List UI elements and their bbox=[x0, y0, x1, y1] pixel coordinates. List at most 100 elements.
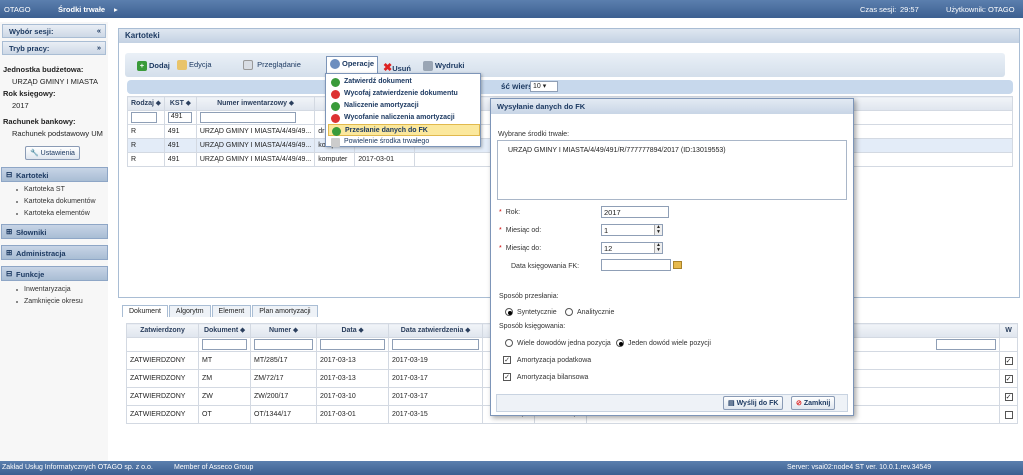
calendar-icon[interactable] bbox=[673, 261, 682, 269]
filter-extra[interactable] bbox=[936, 339, 996, 350]
radio-icon bbox=[505, 339, 513, 347]
selected-label: Wybrane środki trwałe: bbox=[498, 131, 570, 138]
od-label: * Miesiąc od: bbox=[499, 227, 542, 234]
checkbox-icon: ✓ bbox=[503, 373, 511, 381]
send-icon: ▤ bbox=[728, 400, 735, 407]
radio-one-doc[interactable]: Jeden dowód wiele pozycji bbox=[616, 339, 711, 347]
selected-assets-box[interactable]: URZĄD GMINY I MIASTA/4/49/491/R/77777789… bbox=[497, 140, 847, 200]
close-icon: ⊘ bbox=[796, 400, 802, 407]
nav-administracja[interactable]: ⊞ Administracja bbox=[1, 245, 108, 260]
nav-slowniki[interactable]: ⊞ Słowniki bbox=[1, 224, 108, 239]
sidebar-item-kartoteka-elementow[interactable]: Kartoteka elementów bbox=[16, 210, 90, 217]
nav-funkcje[interactable]: ⊟ Funkcje bbox=[1, 266, 108, 281]
menu-item-depreciation[interactable]: Naliczenie amortyzacji bbox=[328, 100, 480, 112]
nav-kartoteki[interactable]: ⊟ Kartoteki bbox=[1, 167, 108, 182]
tab-plan-amortyzacji[interactable]: Plan amortyzacji bbox=[252, 305, 318, 317]
top-bar: OTAGO Środki trwałe ▸ Czas sesji: 29:57 … bbox=[0, 0, 1023, 18]
print-button[interactable]: Wydruki bbox=[423, 61, 464, 72]
filter-data-zatw[interactable] bbox=[392, 339, 479, 350]
spinner-icon[interactable]: ▲ ▼ bbox=[654, 225, 662, 235]
check-balance-amort[interactable]: ✓ Amortyzacja bilansowa bbox=[503, 373, 588, 381]
server-info: Server: vsai02:node4 ST ver. 10.0.1.rev.… bbox=[787, 464, 932, 471]
fk-date-input[interactable] bbox=[601, 259, 671, 271]
selected-asset: URZĄD GMINY I MIASTA/4/49/491/R/77777789… bbox=[508, 147, 726, 154]
menu-item-withdraw-approval[interactable]: Wycofaj zatwierdzenie dokumentu bbox=[328, 88, 480, 100]
checkbox-icon: ✓ bbox=[503, 356, 511, 364]
unit-label: Jednostka budżetowa: bbox=[3, 65, 84, 74]
session-select[interactable]: Wybór sesji: « bbox=[2, 24, 106, 38]
col-zatwierdzony[interactable]: Zatwierdzony bbox=[126, 323, 199, 338]
edit-button[interactable]: Edycja bbox=[177, 60, 212, 71]
radio-analytic[interactable]: Analitycznie bbox=[565, 308, 614, 316]
pager-bar: ść wierszy 10 ▾ bbox=[127, 80, 1013, 94]
col-numer[interactable]: Numer inwentarzowy ⬥ bbox=[195, 96, 316, 111]
menu-item-withdraw-depreciation[interactable]: Wycofanie naliczenia amortyzacji bbox=[328, 112, 480, 124]
work-mode[interactable]: Tryb pracy:» bbox=[2, 41, 106, 55]
rows-select[interactable]: 10 ▾ bbox=[530, 81, 558, 92]
row-checkbox[interactable]: ✓ bbox=[1004, 356, 1013, 365]
radio-synthetic[interactable]: Syntetycznie bbox=[505, 308, 557, 316]
settings-button[interactable]: 🔧 Ustawienia bbox=[25, 146, 80, 160]
row-checkbox[interactable]: ✓ bbox=[1004, 374, 1013, 383]
col-dokument[interactable]: Dokument ⬥ bbox=[198, 323, 251, 338]
col-w[interactable]: W bbox=[999, 323, 1018, 338]
col-kst[interactable]: KST ⬥ bbox=[163, 96, 197, 111]
account-value: Rachunek podstawowy UM bbox=[12, 129, 103, 138]
copy-icon bbox=[331, 138, 340, 147]
filter-dokument[interactable] bbox=[202, 339, 247, 350]
send-fk-dialog: Wysyłanie danych do FK Wybrane środki tr… bbox=[490, 98, 854, 416]
month-to-input[interactable]: 12 ▲ ▼ bbox=[601, 242, 663, 254]
status-bar: Zakład Usług Informatycznych OTAGO sp. z… bbox=[0, 461, 1023, 475]
menu-item-send-fk[interactable]: Przesłanie danych do FK bbox=[328, 124, 480, 136]
menu-item-duplicate[interactable]: Powielenie środka trwałego bbox=[328, 136, 480, 148]
view-button[interactable]: Przeglądanie bbox=[243, 60, 301, 71]
expand-icon: ⊞ bbox=[6, 248, 13, 257]
radio-many-docs[interactable]: Wiele dowodów jedna pozycja bbox=[505, 339, 611, 347]
booking-mode-label: Sposób księgowania: bbox=[499, 323, 566, 330]
user-label: Użytkownik: bbox=[946, 5, 987, 14]
sidebar-item-inwentaryzacja[interactable]: Inwentaryzacja bbox=[16, 286, 71, 293]
filter-rodzaj[interactable] bbox=[131, 112, 157, 123]
check-tax-amort[interactable]: ✓ Amortyzacja podatkowa bbox=[503, 356, 591, 364]
tab-dokument[interactable]: Dokument bbox=[122, 305, 168, 317]
tab-element[interactable]: Element bbox=[211, 305, 252, 317]
expand-icon: ⊞ bbox=[6, 227, 13, 236]
close-button[interactable]: ⊘ Zamknij bbox=[791, 396, 836, 410]
sidebar-item-kartoteka-st[interactable]: Kartoteka ST bbox=[16, 186, 65, 193]
col-data-zatwierdzenia[interactable]: Data zatwierdzenia ⬥ bbox=[388, 323, 483, 338]
radio-icon bbox=[505, 308, 513, 316]
user-name: OTAGO bbox=[988, 5, 1015, 14]
plus-icon: + bbox=[137, 61, 147, 72]
filter-numer-dok[interactable] bbox=[254, 339, 313, 350]
send-mode-label: Sposób przesłania: bbox=[499, 293, 559, 300]
row-checkbox[interactable] bbox=[1004, 410, 1013, 419]
document-icon bbox=[243, 60, 253, 71]
check-icon bbox=[332, 127, 341, 136]
filter-kst[interactable]: 491 bbox=[167, 112, 192, 123]
month-from-input[interactable]: 1 ▲ ▼ bbox=[601, 224, 663, 236]
module-title[interactable]: Środki trwałe bbox=[58, 5, 105, 14]
pencil-icon bbox=[177, 60, 187, 71]
sidebar-item-kartoteka-dokumentow[interactable]: Kartoteka dokumentów bbox=[16, 198, 96, 205]
sidebar-item-zamkniecie-okresu[interactable]: Zamknięcie okresu bbox=[16, 298, 83, 305]
col-data[interactable]: Data ⬥ bbox=[316, 323, 389, 338]
chevron-down-icon: » bbox=[96, 43, 101, 52]
radio-icon bbox=[565, 308, 573, 316]
row-checkbox[interactable]: ✓ bbox=[1004, 392, 1013, 401]
col-rodzaj[interactable]: Rodzaj ⬥ bbox=[127, 96, 165, 111]
check-icon bbox=[331, 78, 340, 87]
menu-item-approve[interactable]: Zatwierdź dokument bbox=[328, 76, 480, 88]
add-button[interactable]: + Dodaj bbox=[137, 61, 170, 72]
check-icon bbox=[331, 102, 340, 111]
rok-input[interactable]: 2017 bbox=[601, 206, 669, 218]
filter-numer[interactable] bbox=[199, 112, 296, 123]
tab-algorytm[interactable]: Algorytm bbox=[168, 305, 211, 317]
company-name: Zakład Usług Informatycznych OTAGO sp. z… bbox=[2, 464, 153, 471]
sidebar: Wybór sesji: « Tryb pracy:» Jednostka bud… bbox=[0, 22, 108, 462]
play-icon: ▸ bbox=[114, 5, 118, 14]
col-numer-dok[interactable]: Numer ⬥ bbox=[250, 323, 317, 338]
spinner-icon[interactable]: ▲ ▼ bbox=[654, 243, 662, 253]
app-logo: OTAGO bbox=[4, 5, 31, 14]
send-fk-button[interactable]: ▤ Wyślij do FK bbox=[723, 396, 784, 410]
filter-data[interactable] bbox=[320, 339, 385, 350]
